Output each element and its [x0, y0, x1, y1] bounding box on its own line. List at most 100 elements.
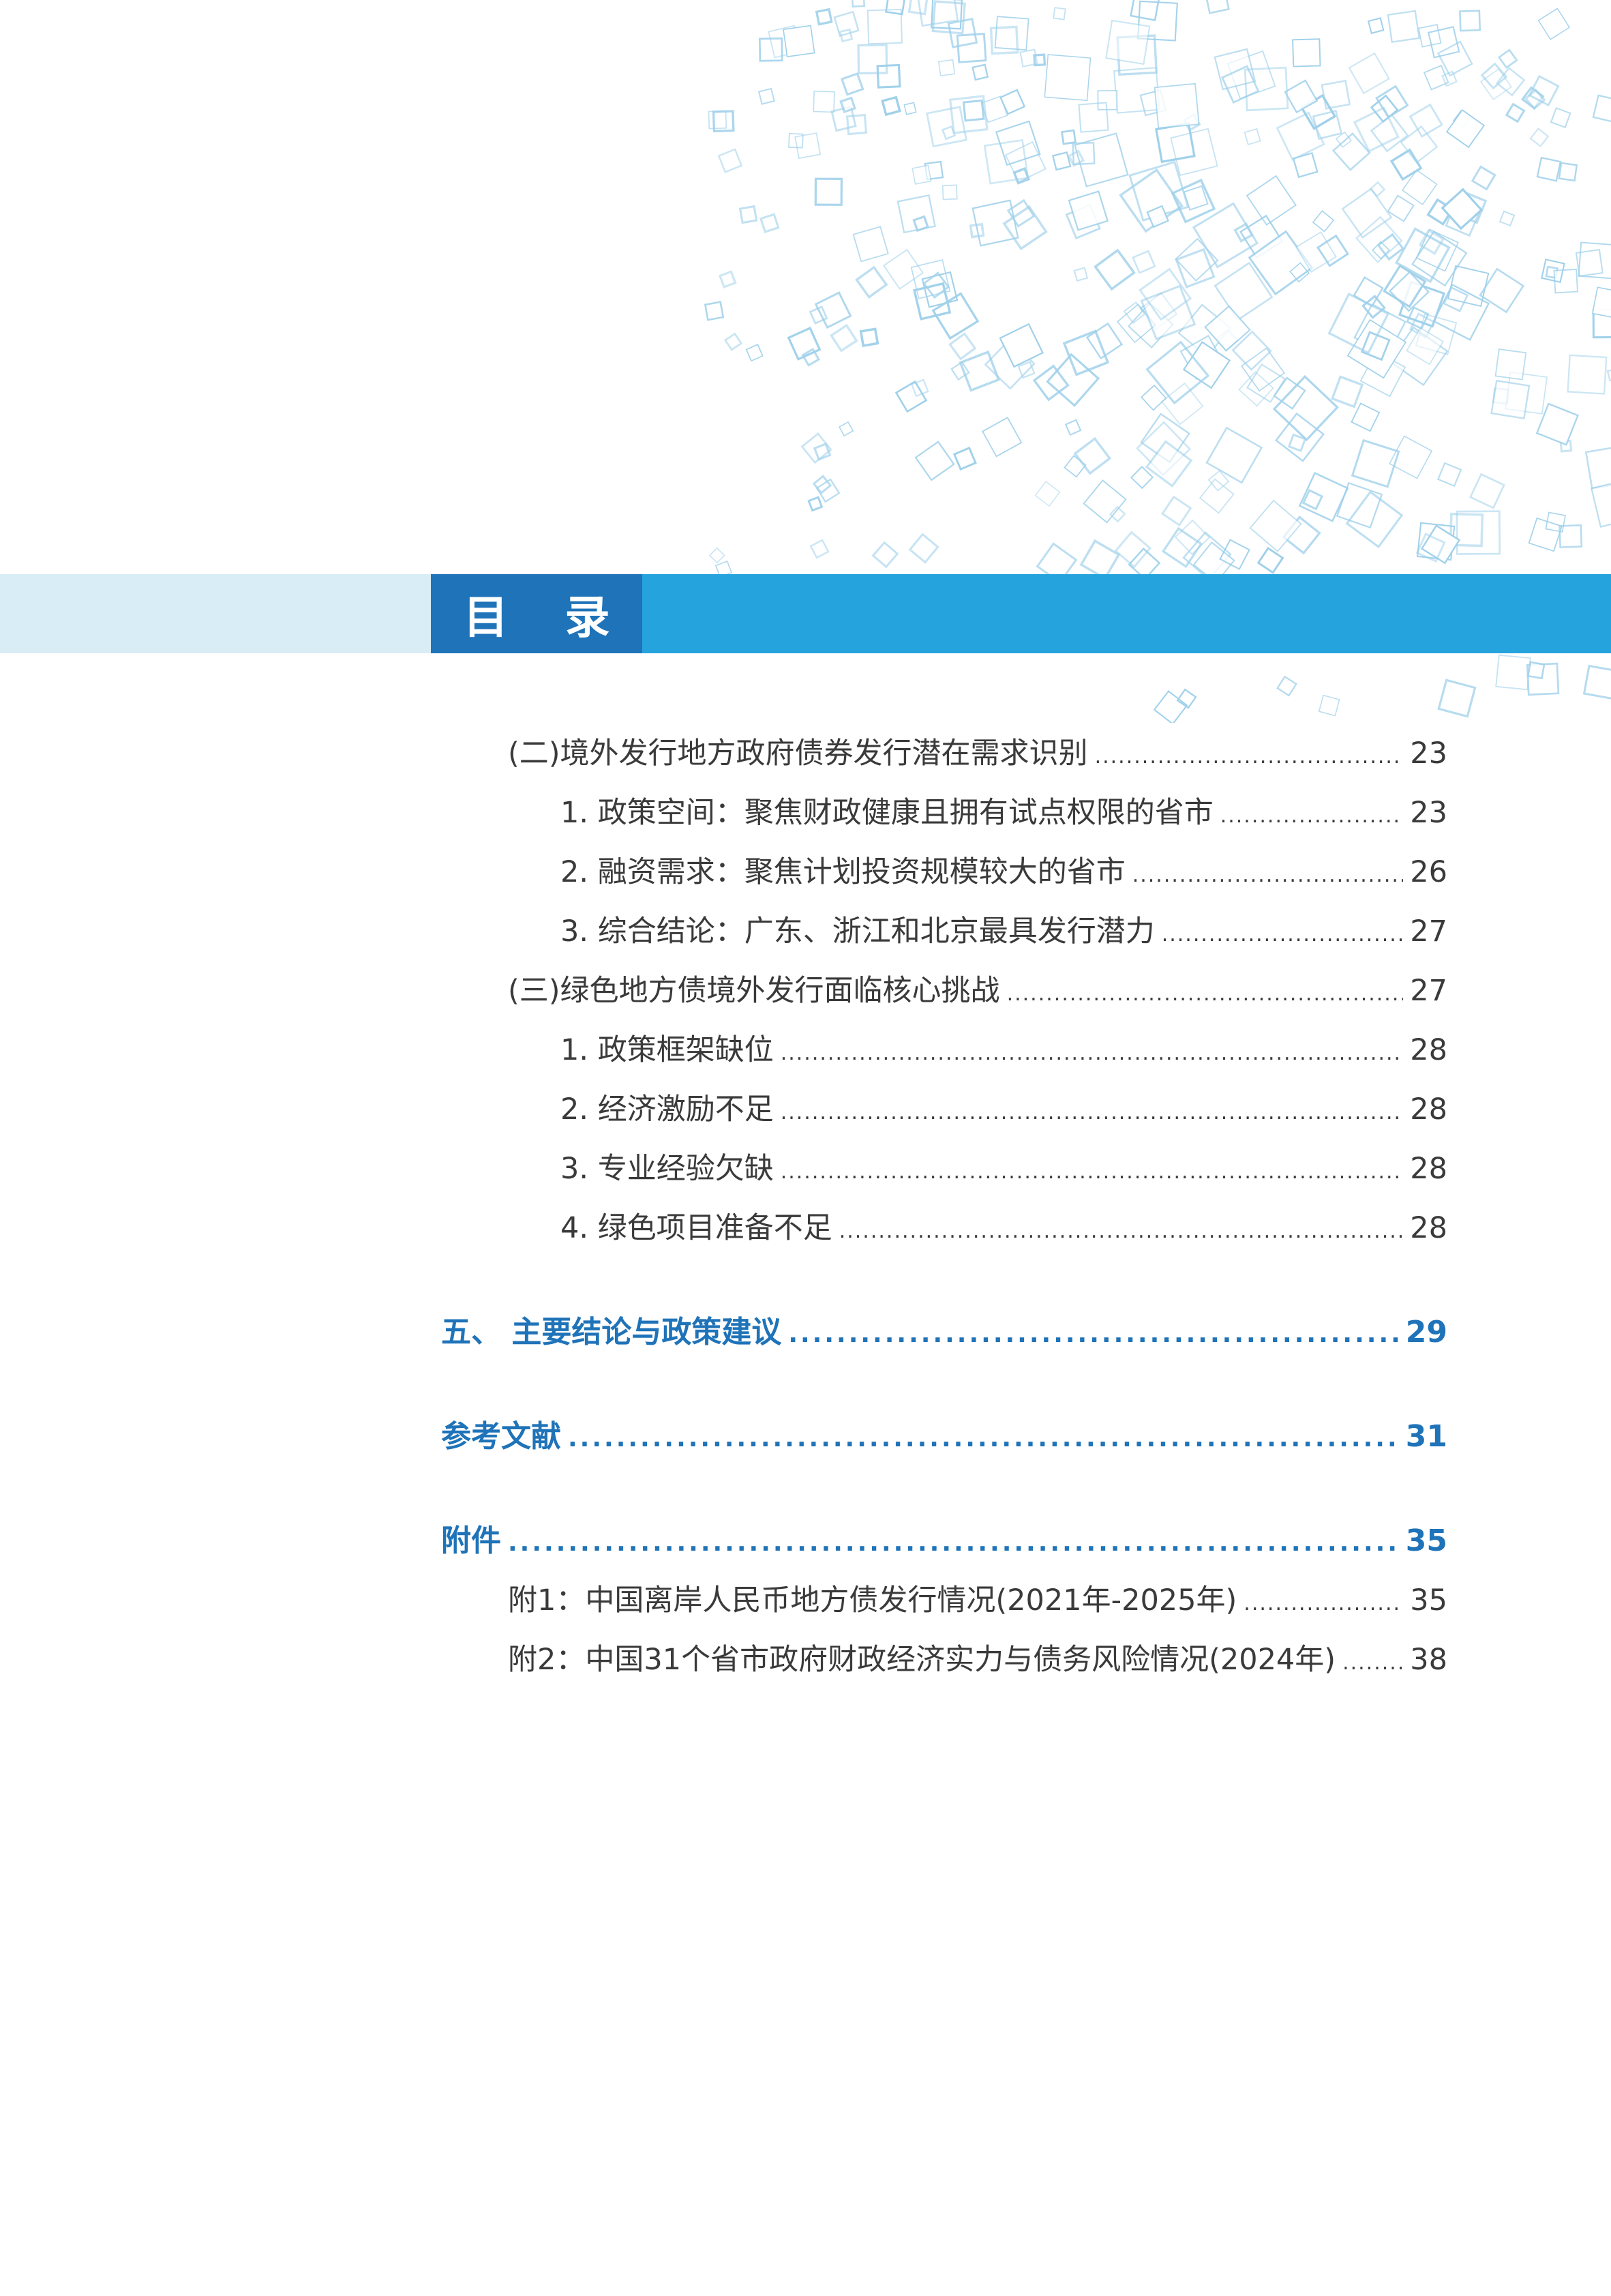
decorative-square [1558, 162, 1578, 182]
decorative-square [1490, 379, 1531, 419]
decorative-square [1456, 510, 1501, 555]
toc-entry-label: 附2：中国31个省市政府财政经济实力与债务风险情况(2024年) [508, 1643, 1336, 1677]
toc-entry[interactable]: 3. 专业经验欠缺 ..............................… [560, 1154, 1447, 1184]
decorative-square [1097, 89, 1118, 110]
decorative-square [1459, 10, 1481, 32]
decorative-square [1199, 478, 1235, 514]
decorative-square [1529, 128, 1550, 148]
dot-leader: ........................................… [1132, 865, 1404, 886]
decorative-square [1471, 165, 1496, 191]
toc-entry[interactable]: 4. 绿色项目准备不足 ............................… [560, 1214, 1447, 1243]
toc-entry[interactable]: 1. 政策空间：聚焦财政健康且拥有试点权限的省市 ...............… [560, 799, 1447, 828]
decorative-square [948, 332, 977, 361]
decorative-square [1437, 679, 1477, 718]
decorative-square [1205, 0, 1230, 14]
decorative-square [1153, 690, 1188, 723]
toc-entry-label: 1. 政策框架缺位 [560, 1033, 774, 1067]
decorative-square [1505, 102, 1526, 123]
decorative-square [723, 332, 743, 351]
decorative-square [1499, 210, 1516, 227]
decorative-square [1495, 654, 1531, 691]
decorative-square [1073, 436, 1112, 475]
dot-leader: ........................................… [508, 1531, 1399, 1555]
decorative-square [876, 63, 901, 89]
decorative-square [1053, 7, 1066, 20]
toc-entry-page: 23 [1410, 796, 1447, 830]
dot-leader: ........................................… [1342, 1653, 1403, 1673]
decorative-square [914, 441, 955, 481]
decorative-square [708, 110, 727, 130]
toc-entry[interactable]: 附1：中国离岸人民币地方债发行情况(2021年-2025年) .........… [508, 1586, 1447, 1615]
decorative-square [1068, 190, 1109, 231]
decorative-square [1244, 128, 1261, 146]
toc-entry-page: 28 [1410, 1152, 1447, 1186]
decorative-square [903, 102, 917, 115]
decorative-square [1445, 108, 1486, 149]
toc-entry-page: 26 [1410, 855, 1447, 889]
decorative-square [1351, 402, 1381, 432]
toc-section-entry[interactable]: 附件 .....................................… [441, 1526, 1447, 1556]
toc-entry-label: 1. 政策空间：聚焦财政健康且拥有试点权限的省市 [560, 796, 1214, 830]
toc-entry-page: 23 [1410, 736, 1447, 771]
decorative-square [859, 327, 879, 348]
toc-entry-label: 2. 经济激励不足 [560, 1092, 774, 1127]
toc-entry[interactable]: 附2：中国31个省市政府财政经济实力与债务风险情况(2024年) .......… [508, 1645, 1447, 1675]
decorative-square [1427, 26, 1460, 59]
toc-entry-label: 附件 [441, 1523, 501, 1558]
decorative-square [838, 421, 854, 437]
decorative-square [1567, 354, 1608, 395]
decorative-square [926, 106, 967, 148]
decorative-square [972, 63, 989, 81]
toc-entry[interactable]: 1. 政策框架缺位 ..............................… [560, 1036, 1447, 1065]
decorative-square [759, 213, 780, 234]
toc-entry[interactable]: 2. 经济激励不足 ..............................… [560, 1095, 1447, 1124]
toc-entry[interactable]: 2. 融资需求：聚焦计划投资规模较大的省市 ..................… [560, 858, 1447, 887]
decorative-square [1494, 348, 1527, 381]
decorative-square [981, 417, 1023, 458]
decorative-square [1240, 347, 1285, 392]
decorative-square [937, 59, 956, 77]
dot-leader: ........................................… [780, 1043, 1404, 1064]
decorative-square [1321, 80, 1351, 110]
toc-entry[interactable]: (三)绿色地方债境外发行面临核心挑战 .....................… [508, 976, 1447, 1006]
decorative-square [839, 28, 854, 43]
toc-entry-page: 38 [1410, 1643, 1447, 1677]
decorative-square [757, 87, 775, 105]
decorative-square [1479, 68, 1512, 100]
decorative-square [956, 33, 987, 63]
decorative-square [1591, 286, 1611, 320]
decorative-square [1083, 479, 1127, 524]
decorative-square [1034, 481, 1061, 507]
decorative-square [783, 25, 815, 58]
toc-entry-page: 28 [1410, 1211, 1447, 1245]
decorative-square [855, 265, 888, 299]
toc-entry-label: 五、 主要结论与政策建议 [441, 1315, 782, 1350]
decorative-square [1606, 368, 1611, 382]
decorative-square [1341, 188, 1393, 239]
decorative-square [881, 95, 901, 117]
decorative-square [1051, 151, 1072, 171]
decorative-square [1064, 419, 1082, 436]
decorative-square [708, 547, 725, 564]
toc-entry[interactable]: 3. 综合结论：广东、浙江和北京最具发行潜力 .................… [560, 917, 1447, 946]
decorative-square [1044, 54, 1091, 102]
decorative-square [1312, 210, 1335, 233]
decorative-square [1582, 664, 1611, 700]
decorative-square [857, 44, 888, 75]
toc-entry-page: 29 [1405, 1315, 1447, 1350]
decorative-square [1175, 248, 1216, 288]
decorative-square [1130, 0, 1161, 22]
decorative-square [962, 99, 985, 122]
dot-leader: ........................................… [1161, 925, 1404, 945]
toc-section-entry[interactable]: 五、 主要结论与政策建议 ...........................… [441, 1317, 1447, 1347]
toc-entry-label: (三)绿色地方债境外发行面临核心挑战 [508, 974, 1000, 1008]
decorative-square [1479, 267, 1525, 314]
toc-entry[interactable]: (二)境外发行地方政府债券发行潜在需求识别 ..................… [508, 739, 1447, 769]
decorative-square [1536, 156, 1562, 182]
dot-leader: ........................................… [1244, 1594, 1403, 1614]
decorative-square [814, 291, 852, 329]
decorative-square [1550, 107, 1571, 129]
decorative-square [840, 72, 864, 96]
toc-section-entry[interactable]: 参考文献 ...................................… [441, 1422, 1447, 1452]
toc-entry-page: 27 [1410, 914, 1447, 949]
